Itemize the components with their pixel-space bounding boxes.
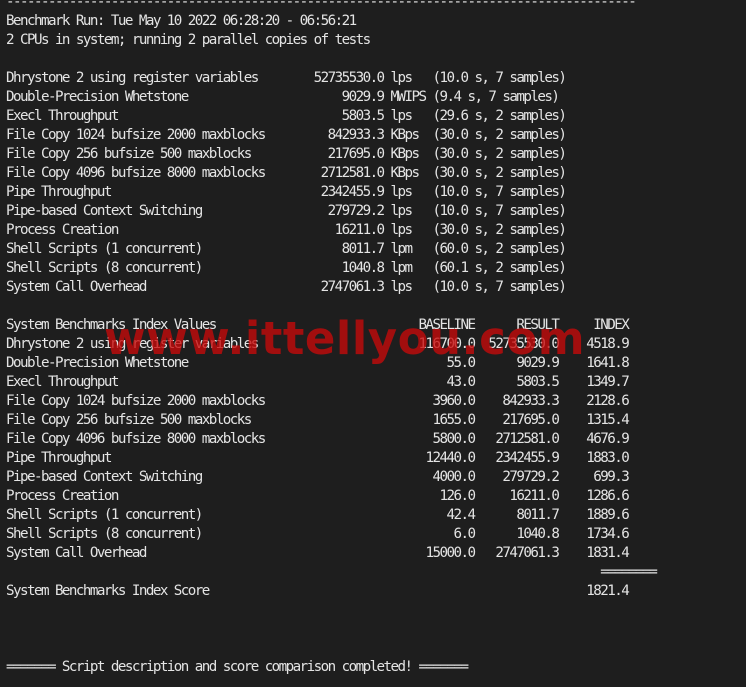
index-row: File Copy 4096 bufsize 8000 maxblocks 58… bbox=[6, 431, 630, 447]
index-row: File Copy 256 bufsize 500 maxblocks 1655… bbox=[6, 412, 630, 428]
result-row: Shell Scripts (8 concurrent) 1040.8 lpm … bbox=[6, 260, 567, 276]
index-row: Dhrystone 2 using register variables 116… bbox=[6, 336, 630, 352]
separator-line: ----------------------------------------… bbox=[6, 0, 637, 10]
terminal-output: ----------------------------------------… bbox=[6, 0, 658, 677]
result-row: Shell Scripts (1 concurrent) 8011.7 lpm … bbox=[6, 241, 567, 257]
result-row: File Copy 4096 bufsize 8000 maxblocks 27… bbox=[6, 165, 567, 181]
result-row: Process Creation 16211.0 lps (30.0 s, 2 … bbox=[6, 222, 567, 238]
completion-footer: ======= Script description and score com… bbox=[6, 659, 469, 675]
result-row: Pipe-based Context Switching 279729.2 lp… bbox=[6, 203, 567, 219]
benchmark-run-line: Benchmark Run: Tue May 10 2022 06:28:20 … bbox=[6, 13, 357, 29]
index-row: Double-Precision Whetstone 55.0 9029.9 1… bbox=[6, 355, 630, 371]
index-row: Execl Throughput 43.0 5803.5 1349.7 bbox=[6, 374, 630, 390]
index-header-row: System Benchmarks Index Values BASELINE … bbox=[6, 317, 630, 333]
result-row: Double-Precision Whetstone 9029.9 MWIPS … bbox=[6, 89, 560, 105]
result-row: System Call Overhead 2747061.3 lps (10.0… bbox=[6, 279, 567, 295]
index-row: File Copy 1024 bufsize 2000 maxblocks 39… bbox=[6, 393, 630, 409]
index-row: Pipe Throughput 12440.0 2342455.9 1883.0 bbox=[6, 450, 630, 466]
cpu-info-line: 2 CPUs in system; running 2 parallel cop… bbox=[6, 32, 371, 48]
result-row: File Copy 1024 bufsize 2000 maxblocks 84… bbox=[6, 127, 567, 143]
result-row: File Copy 256 bufsize 500 maxblocks 2176… bbox=[6, 146, 567, 162]
index-row: Pipe-based Context Switching 4000.0 2797… bbox=[6, 469, 630, 485]
score-separator-line: ======== bbox=[6, 564, 658, 580]
result-row: Dhrystone 2 using register variables 527… bbox=[6, 70, 567, 86]
index-row: Shell Scripts (8 concurrent) 6.0 1040.8 … bbox=[6, 526, 630, 542]
index-row: Process Creation 126.0 16211.0 1286.6 bbox=[6, 488, 630, 504]
index-row: Shell Scripts (1 concurrent) 42.4 8011.7… bbox=[6, 507, 630, 523]
index-row: System Call Overhead 15000.0 2747061.3 1… bbox=[6, 545, 630, 561]
result-row: Execl Throughput 5803.5 lps (29.6 s, 2 s… bbox=[6, 108, 567, 124]
index-score-row: System Benchmarks Index Score 1821.4 bbox=[6, 583, 630, 599]
result-row: Pipe Throughput 2342455.9 lps (10.0 s, 7… bbox=[6, 184, 567, 200]
